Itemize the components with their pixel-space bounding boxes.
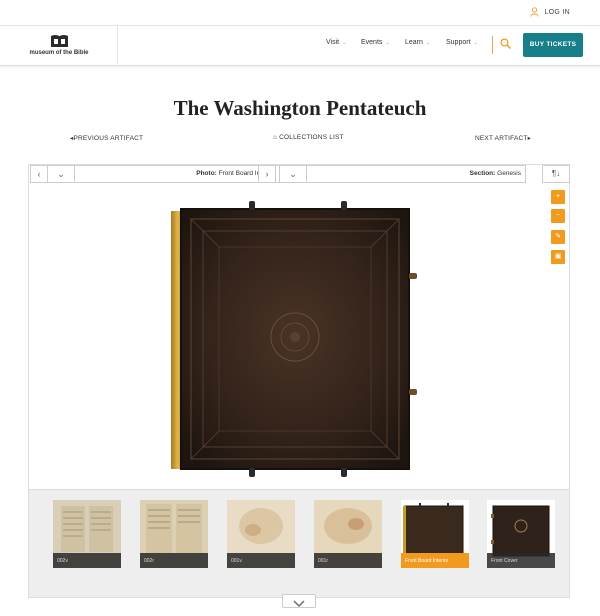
user-icon bbox=[530, 7, 540, 17]
chevron-down-icon: ⌄ bbox=[473, 39, 478, 46]
section-value: Genesis bbox=[497, 170, 521, 177]
chevron-right-icon: ▸ bbox=[527, 135, 532, 142]
zoom-in-button[interactable]: + bbox=[551, 190, 565, 204]
search-icon[interactable] bbox=[500, 38, 511, 49]
home-icon: ⌂ bbox=[273, 134, 278, 141]
section-label: Section: Genesis bbox=[470, 170, 521, 177]
chevron-right-icon: › bbox=[265, 169, 269, 179]
bible-logo-icon bbox=[51, 35, 68, 47]
zoom-out-button[interactable]: − bbox=[551, 209, 565, 223]
collections-list-link[interactable]: ⌂ COLLECTIONS LIST bbox=[273, 134, 344, 141]
thumbnail-label: 001v bbox=[227, 553, 295, 568]
next-artifact-label: NEXT ARTIFACT bbox=[475, 135, 528, 142]
clipboard-icon: ▣ bbox=[554, 253, 562, 260]
logo-text: museum of the Bible bbox=[29, 50, 89, 56]
chevron-down-icon: ⌄ bbox=[342, 39, 347, 46]
previous-artifact-link[interactable]: ◂PREVIOUS ARTIFACT bbox=[70, 134, 143, 142]
thumbnail-label: 001r bbox=[314, 553, 382, 568]
nav-label: Events bbox=[361, 39, 383, 46]
clipboard-button[interactable]: ▣ bbox=[551, 250, 565, 264]
nav-divider bbox=[492, 36, 493, 54]
photo-prev-button[interactable]: ‹ bbox=[31, 166, 48, 182]
main-navigation: museum of the Bible Visit ⌄ Events ⌄ Learn… bbox=[0, 26, 600, 66]
text-toggle-button[interactable]: ¶↓ bbox=[542, 165, 570, 183]
thumbnail[interactable]: Front Cover bbox=[487, 500, 555, 568]
nav-label: Visit bbox=[326, 39, 340, 46]
collections-list-label: COLLECTIONS LIST bbox=[279, 134, 344, 141]
section-dropdown-button[interactable]: ⌄ bbox=[280, 166, 307, 182]
nav-label: Learn bbox=[405, 39, 423, 46]
photo-dropdown-button[interactable]: ⌄ bbox=[48, 166, 75, 182]
thumbnail-active[interactable]: Front Board Interior bbox=[401, 500, 469, 568]
plus-icon: + bbox=[555, 193, 561, 200]
buy-tickets-button[interactable]: BUY TICKETS bbox=[523, 33, 583, 57]
chevron-down-icon bbox=[293, 600, 305, 607]
section-selector: ⌄ Section: Genesis bbox=[279, 165, 526, 183]
thumbnail[interactable]: 001r bbox=[314, 500, 382, 568]
photo-next-button[interactable]: › bbox=[258, 165, 276, 183]
artifact-image[interactable] bbox=[171, 201, 423, 477]
thumbnail-label: Front Cover bbox=[487, 553, 555, 568]
page-title: The Washington Pentateuch bbox=[173, 96, 427, 120]
nav-learn[interactable]: Learn ⌄ bbox=[405, 39, 430, 46]
nav-label: Support bbox=[446, 39, 471, 46]
pencil-icon: ✎ bbox=[555, 233, 561, 240]
thumbnail-strip: 002v 002r 001v 001r Front Board Interior… bbox=[29, 489, 569, 597]
thumbnail-label: Front Board Interior bbox=[401, 553, 469, 568]
nav-visit[interactable]: Visit ⌄ bbox=[326, 39, 346, 46]
thumbnail[interactable]: 001v bbox=[227, 500, 295, 568]
photo-prefix: Photo: bbox=[196, 170, 217, 177]
artifact-viewer: ‹ ⌄ Photo: Front Board Interior › ⌄ Sect… bbox=[28, 164, 570, 598]
login-link[interactable]: LOG IN bbox=[530, 7, 570, 17]
previous-artifact-label: PREVIOUS ARTIFACT bbox=[73, 135, 144, 142]
login-label: LOG IN bbox=[544, 8, 570, 16]
thumbnail-label: 002r bbox=[140, 553, 208, 568]
thumbnail-label: 002v bbox=[53, 553, 121, 568]
minus-icon: − bbox=[555, 212, 561, 219]
next-artifact-link[interactable]: NEXT ARTIFACT▸ bbox=[475, 134, 531, 142]
nav-events[interactable]: Events ⌄ bbox=[361, 39, 390, 46]
photo-selector: ‹ ⌄ Photo: Front Board Interior bbox=[30, 165, 280, 183]
chevron-down-icon: ⌄ bbox=[425, 39, 431, 46]
paragraph-icon: ¶↓ bbox=[551, 169, 561, 178]
nav-support[interactable]: Support ⌄ bbox=[446, 39, 478, 46]
section-prefix: Section: bbox=[469, 170, 496, 177]
chevron-down-icon: ⌄ bbox=[385, 39, 390, 46]
annotate-button[interactable]: ✎ bbox=[551, 230, 565, 244]
thumbnail[interactable]: 002r bbox=[140, 500, 208, 568]
thumbnail[interactable]: 002v bbox=[53, 500, 121, 568]
museum-logo[interactable]: museum of the Bible bbox=[0, 26, 118, 66]
top-utility-bar: LOG IN bbox=[0, 0, 600, 26]
expand-panel-button[interactable] bbox=[282, 594, 316, 608]
